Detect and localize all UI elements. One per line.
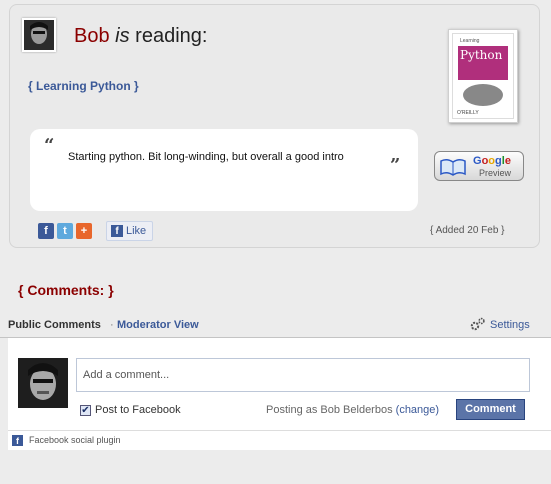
cover-title: Python — [460, 48, 503, 62]
facebook-share-icon[interactable]: f — [38, 223, 54, 239]
post-to-facebook-label[interactable]: Post to Facebook — [95, 404, 181, 416]
settings-link[interactable]: Settings — [490, 319, 530, 331]
book-title-link[interactable]: { Learning Python } — [28, 79, 139, 93]
cover-small-text: Learning — [460, 38, 480, 44]
open-book-icon — [440, 158, 466, 176]
post-headline: Bob is reading: — [74, 25, 207, 48]
facebook-plugin-label[interactable]: Facebook social plugin — [29, 435, 121, 445]
comment-button[interactable]: Comment — [456, 399, 525, 420]
preview-label: Preview — [479, 168, 512, 178]
cover-publisher: O'REILLY — [457, 110, 479, 116]
facebook-icon: f — [111, 225, 123, 237]
user-name[interactable]: Bob — [74, 25, 110, 47]
avatar-photo — [24, 20, 54, 50]
post-to-facebook-checkbox[interactable]: ✔ — [80, 405, 91, 416]
google-label: Google — [473, 155, 511, 167]
review-text: Starting python. Bit long-winding, but o… — [68, 151, 344, 163]
comments-heading: { Comments: } — [18, 282, 114, 298]
commenter-photo — [18, 358, 68, 408]
twitter-share-icon[interactable]: t — [57, 223, 73, 239]
comment-input[interactable] — [76, 358, 530, 392]
like-label: Like — [126, 225, 147, 237]
tab-separator: · — [110, 319, 114, 331]
book-cover[interactable]: Learning Python O'REILLY — [448, 29, 518, 123]
open-quote-icon: “ — [44, 135, 55, 156]
posting-as-name: Posting as Bob Belderbos — [266, 404, 393, 416]
comments-tab-bar: Public Comments · Moderator View Setting… — [0, 310, 551, 338]
gear-icon[interactable] — [470, 317, 486, 331]
post-card: Bob is reading: { Learning Python } Lear… — [9, 4, 540, 248]
facebook-plugin-footer: f Facebook social plugin — [8, 430, 551, 450]
commenter-avatar — [18, 358, 68, 408]
tab-public-comments[interactable]: Public Comments — [8, 319, 101, 331]
change-link[interactable]: (change) — [396, 404, 439, 416]
is-word: is — [115, 25, 130, 47]
facebook-icon: f — [12, 435, 23, 446]
addthis-plus-icon[interactable]: + — [76, 223, 92, 239]
review-quote-box: “ Starting python. Bit long-winding, but… — [30, 129, 418, 211]
book-cover-art: Learning Python O'REILLY — [452, 33, 514, 119]
added-date: { Added 20 Feb } — [430, 225, 505, 236]
google-letter: g — [495, 155, 502, 167]
comment-composer: ✔ Post to Facebook Posting as Bob Belder… — [8, 338, 551, 430]
close-quote-icon: ” — [390, 155, 401, 176]
verb-word: reading: — [135, 25, 208, 47]
posting-as-text: Posting as Bob Belderbos (change) — [266, 404, 439, 416]
tab-moderator-view[interactable]: Moderator View — [117, 319, 199, 331]
google-letter: G — [473, 155, 482, 167]
cover-rat-image — [463, 84, 503, 106]
google-preview-button[interactable]: Google Preview — [434, 151, 524, 181]
google-letter: e — [504, 155, 511, 167]
like-button[interactable]: f Like — [106, 221, 153, 241]
user-avatar[interactable] — [22, 18, 56, 52]
